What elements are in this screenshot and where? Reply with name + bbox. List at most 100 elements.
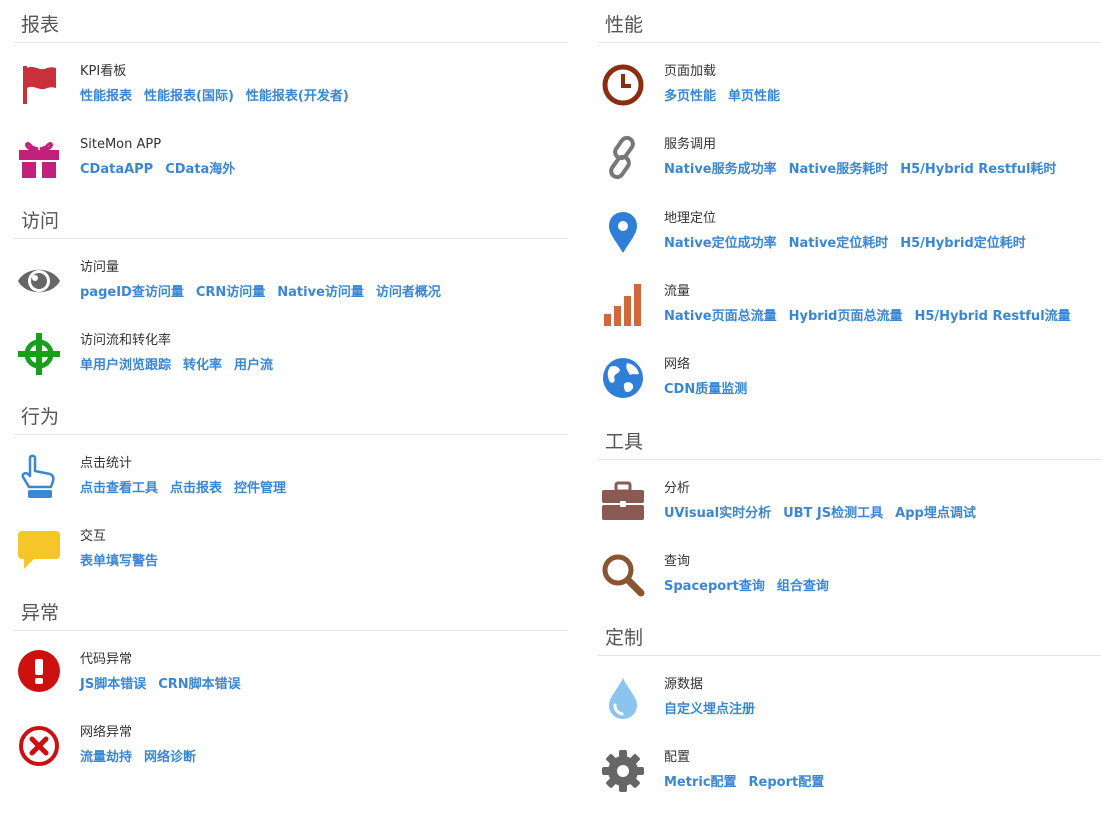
link-js-errors[interactable]: JS脚本错误 xyxy=(80,677,146,692)
item-title: 服务调用 xyxy=(664,137,717,152)
link-click-report[interactable]: 点击报表 xyxy=(170,481,222,496)
section-title: 报表 xyxy=(14,12,568,43)
exclamation-icon xyxy=(16,650,62,696)
section-tools: 工具 分析 UVisual实时分析 UBT JS检测工具 App埋点调试 查询 Sp… xyxy=(598,429,1101,597)
briefcase-icon xyxy=(600,479,646,525)
item-links: CDataAPP CData海外 xyxy=(80,161,247,179)
map-marker-icon xyxy=(600,209,646,255)
link-traffic-hijack[interactable]: 流量劫持 xyxy=(80,750,132,765)
item-links: 单用户浏览跟踪 转化率 用户流 xyxy=(80,357,285,375)
item-title: 配置 xyxy=(664,750,691,765)
link-native-page-traffic[interactable]: Native页面总流量 xyxy=(664,309,777,324)
item-title: 网络 xyxy=(664,357,691,372)
item-links: JS脚本错误 CRN脚本错误 xyxy=(80,676,253,694)
section-title: 定制 xyxy=(598,625,1101,656)
link-crn-visits[interactable]: CRN访问量 xyxy=(196,285,265,300)
item-title: 查询 xyxy=(664,554,691,569)
crosshair-icon xyxy=(16,331,62,377)
link-network-diagnose[interactable]: 网络诊断 xyxy=(144,750,196,765)
section-reports: 报表 KPI看板 性能报表 性能报表(国际) 性能报表(开发者) SiteMon A… xyxy=(14,12,568,178)
hand-pointer-icon xyxy=(16,454,62,500)
comment-icon xyxy=(16,527,62,573)
link-cdn-quality[interactable]: CDN质量监测 xyxy=(664,382,747,397)
globe-icon xyxy=(600,355,646,401)
item-title: 地理定位 xyxy=(664,211,717,226)
item-title: 点击统计 xyxy=(80,456,133,471)
link-ubt-js-tool[interactable]: UBT JS检测工具 xyxy=(783,506,883,521)
item-links: pageID查访问量 CRN访问量 Native访问量 访问者概况 xyxy=(80,284,453,302)
section-title: 异常 xyxy=(14,600,568,631)
link-user-flow[interactable]: 用户流 xyxy=(234,358,273,373)
section-behavior: 行为 点击统计 点击查看工具 点击报表 控件管理 交互 表单填写警告 xyxy=(14,404,568,569)
item-title: 访问流和转化率 xyxy=(80,333,172,348)
link-single-page-perf[interactable]: 单页性能 xyxy=(728,89,780,104)
link-visitor-overview[interactable]: 访问者概况 xyxy=(376,285,441,300)
section-visits: 访问 访问量 pageID查访问量 CRN访问量 Native访问量 访问者概况 访问… xyxy=(14,208,568,375)
item-links: 流量劫持 网络诊断 xyxy=(80,749,208,767)
link-hybrid-restful-traffic[interactable]: H5/Hybrid Restful流量 xyxy=(914,309,1070,324)
item-title: 访问量 xyxy=(80,260,120,275)
item-title: 交互 xyxy=(80,529,107,544)
search-icon xyxy=(600,552,646,598)
item-links: 点击查看工具 点击报表 控件管理 xyxy=(80,480,298,498)
link-control-manage[interactable]: 控件管理 xyxy=(234,481,286,496)
section-title: 访问 xyxy=(14,208,568,239)
eye-icon xyxy=(16,258,62,304)
link-hybrid-restful-time[interactable]: H5/Hybrid Restful耗时 xyxy=(900,162,1056,177)
link-app-tracking-debug[interactable]: App埋点调试 xyxy=(895,506,976,521)
link-native-geo-time[interactable]: Native定位耗时 xyxy=(789,236,889,251)
item-title: 源数据 xyxy=(664,677,704,692)
link-icon xyxy=(600,135,646,181)
link-crn-errors[interactable]: CRN脚本错误 xyxy=(158,677,240,692)
link-multi-page-perf[interactable]: 多页性能 xyxy=(664,89,716,104)
link-report-config[interactable]: Report配置 xyxy=(749,775,825,790)
link-hybrid-page-traffic[interactable]: Hybrid页面总流量 xyxy=(789,309,903,324)
link-conversion-rate[interactable]: 转化率 xyxy=(183,358,222,373)
item-title: 流量 xyxy=(664,284,691,299)
item-links: Native服务成功率 Native服务耗时 H5/Hybrid Restful耗时 xyxy=(664,161,1068,179)
item-title: 网络异常 xyxy=(80,725,133,740)
clock-icon xyxy=(600,62,646,108)
link-native-service-time[interactable]: Native服务耗时 xyxy=(789,162,889,177)
link-perf-report-dev[interactable]: 性能报表(开发者) xyxy=(246,89,349,104)
item-title: SiteMon APP xyxy=(80,137,162,152)
link-cdata-overseas[interactable]: CData海外 xyxy=(165,162,235,177)
item-links: Native页面总流量 Hybrid页面总流量 H5/Hybrid Restful流… xyxy=(664,308,1083,326)
link-form-warning[interactable]: 表单填写警告 xyxy=(80,554,158,569)
link-pageid-visits[interactable]: pageID查访问量 xyxy=(80,285,184,300)
section-title: 工具 xyxy=(598,429,1101,460)
link-custom-tracking[interactable]: 自定义埋点注册 xyxy=(664,702,755,717)
link-perf-report-intl[interactable]: 性能报表(国际) xyxy=(144,89,234,104)
section-performance: 性能 页面加载 多页性能 单页性能 服务调用 Native服务成功率 Native服… xyxy=(598,12,1101,398)
link-cdata-app[interactable]: CDataAPP xyxy=(80,162,153,177)
section-exceptions: 异常 代码异常 JS脚本错误 CRN脚本错误 网络异常 流量劫持 网络诊断 xyxy=(14,600,568,766)
item-links: 性能报表 性能报表(国际) 性能报表(开发者) xyxy=(80,88,361,106)
section-title: 行为 xyxy=(14,404,568,435)
item-links: Native定位成功率 Native定位耗时 H5/Hybrid定位耗时 xyxy=(664,235,1038,253)
item-title: 页面加载 xyxy=(664,64,717,79)
link-hybrid-geo-time[interactable]: H5/Hybrid定位耗时 xyxy=(900,236,1026,251)
item-links: UVisual实时分析 UBT JS检测工具 App埋点调试 xyxy=(664,505,988,523)
tint-icon xyxy=(600,675,646,721)
item-links: 自定义埋点注册 xyxy=(664,701,767,719)
section-custom: 定制 源数据 自定义埋点注册 配置 Metric配置 Report配置 xyxy=(598,625,1101,792)
bar-chart-icon xyxy=(600,282,646,328)
flag-icon xyxy=(16,62,62,108)
item-links: CDN质量监测 xyxy=(664,381,759,399)
gear-icon xyxy=(600,748,646,794)
link-combined-query[interactable]: 组合查询 xyxy=(777,579,829,594)
item-links: 多页性能 单页性能 xyxy=(664,88,792,106)
link-native-geo-success[interactable]: Native定位成功率 xyxy=(664,236,777,251)
link-click-tool[interactable]: 点击查看工具 xyxy=(80,481,158,496)
section-title: 性能 xyxy=(598,12,1101,43)
item-title: 代码异常 xyxy=(80,652,133,667)
link-perf-report[interactable]: 性能报表 xyxy=(80,89,132,104)
link-spaceport-query[interactable]: Spaceport查询 xyxy=(664,579,765,594)
link-uvisual[interactable]: UVisual实时分析 xyxy=(664,506,771,521)
link-native-visits[interactable]: Native访问量 xyxy=(277,285,364,300)
item-links: Spaceport查询 组合查询 xyxy=(664,578,841,596)
link-user-tracking[interactable]: 单用户浏览跟踪 xyxy=(80,358,171,373)
link-native-service-success[interactable]: Native服务成功率 xyxy=(664,162,777,177)
link-metric-config[interactable]: Metric配置 xyxy=(664,775,737,790)
item-links: 表单填写警告 xyxy=(80,553,170,571)
